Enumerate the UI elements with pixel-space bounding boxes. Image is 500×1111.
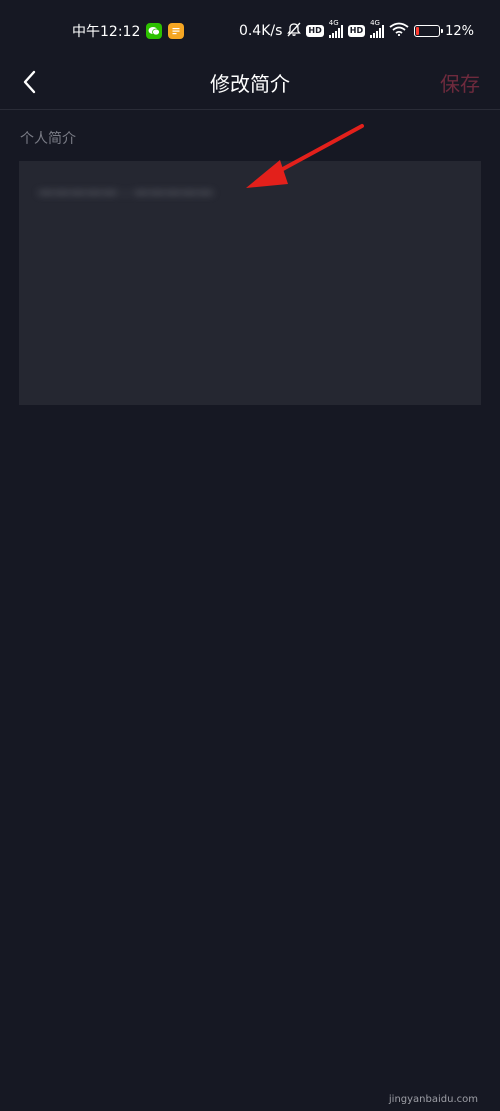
mute-bell-icon [287,22,302,41]
wechat-icon [146,23,163,39]
signal-icon: 4G [370,19,385,38]
bio-text: 一一一一一 · 一一一一一 [38,184,214,203]
notes-app-icon [168,23,185,39]
battery-level [416,27,419,35]
page-title: 修改简介 [210,72,290,96]
wifi-icon [389,22,409,40]
status-right: 0.4K/s HD 4G HD 4G 12% [238,19,474,41]
battery-icon [414,25,444,37]
watermark: jingyanbaidu.com [388,1094,478,1105]
status-left: 中午12:12 [72,21,185,41]
network-type: 4G [370,18,380,27]
hd-badge: HD [347,25,366,37]
signal-icon: 4G [328,19,343,38]
nav-bar: 修改简介 保存 [0,62,500,110]
clock: 中午12:12 [72,24,141,40]
section-label: 个人简介 [20,131,76,147]
hd-badge: HD [306,25,324,37]
save-button[interactable]: 保存 [440,68,480,97]
battery-percent: 12% [445,23,474,39]
network-speed: 0.4K/s [238,23,283,39]
network-type: 4G [328,18,339,27]
status-bar: 中午12:12 0.4K/s HD 4G HD 4G 12% [0,0,500,62]
